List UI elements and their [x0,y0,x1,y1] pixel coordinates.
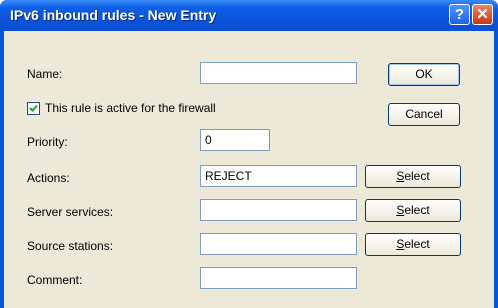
ok-button[interactable]: OK [388,63,460,86]
actions-select-button[interactable]: Select [365,165,461,188]
server-services-label: Server services: [27,205,114,219]
source-stations-field[interactable] [200,233,357,255]
help-button[interactable]: ? [449,4,470,25]
server-services-select-button[interactable]: Select [365,199,461,222]
ok-button-label: OK [415,67,433,81]
select-button-label: Select [396,203,430,217]
title-bar[interactable]: IPv6 inbound rules - New Entry ? ✕ [0,0,498,31]
name-field[interactable] [200,62,357,84]
close-icon: ✕ [476,6,489,23]
dialog-window: IPv6 inbound rules - New Entry ? ✕ Name:… [0,0,498,308]
select-button-label: Select [396,237,430,251]
help-icon: ? [454,6,465,23]
source-stations-select-button[interactable]: Select [365,233,461,256]
window-title: IPv6 inbound rules - New Entry [10,7,217,23]
active-label: This rule is active for the firewall [45,101,216,115]
server-services-field[interactable] [200,199,357,221]
cancel-button[interactable]: Cancel [388,103,460,126]
actions-label: Actions: [27,171,70,185]
close-button[interactable]: ✕ [472,4,493,25]
dialog-body: Name: This rule is active for the firewa… [4,31,494,308]
source-stations-label: Source stations: [27,239,114,253]
name-label: Name: [27,67,63,81]
priority-label: Priority: [27,135,68,149]
priority-field[interactable]: 0 [200,129,270,151]
comment-field[interactable] [200,267,357,289]
active-checkbox[interactable] [27,102,40,115]
comment-label: Comment: [27,273,83,287]
checkmark-icon [29,104,38,112]
cancel-button-label: Cancel [405,107,443,121]
actions-field[interactable]: REJECT [200,165,357,187]
select-button-label: Select [396,169,430,183]
